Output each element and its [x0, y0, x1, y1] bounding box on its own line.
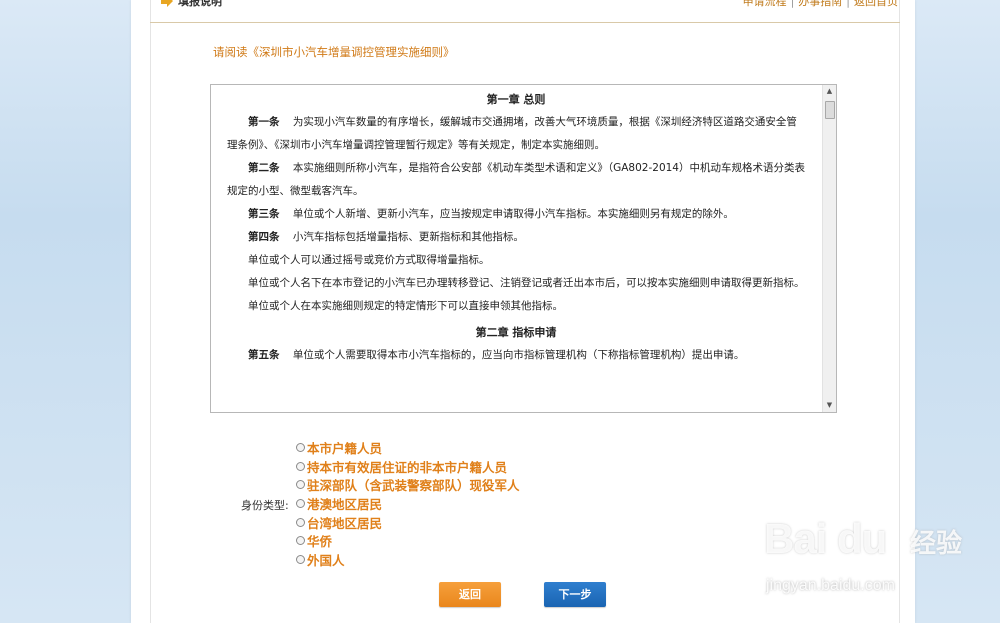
link-home[interactable]: 返回首页: [854, 0, 898, 8]
chapter-heading: 第二章 指标申请: [475, 326, 557, 339]
identity-option-residence-permit[interactable]: 持本市有效居住证的非本市户籍人员: [296, 457, 520, 476]
body-paragraph: 单位或个人名下在本市登记的小汽车已办理转移登记、注销登记或者迁出本市后，可以按本…: [248, 277, 805, 289]
rules-document-box[interactable]: 第一章 总则 第一条 为实现小汽车数量的有序增长，缓解城市交通拥堵，改善大气环境…: [210, 84, 837, 413]
identity-option-overseas-chinese[interactable]: 华侨: [296, 531, 520, 550]
next-step-button[interactable]: 下一步: [544, 582, 606, 607]
identity-option-foreigner[interactable]: 外国人: [296, 550, 520, 569]
watermark-jingyan-text: 经验: [910, 529, 963, 559]
back-button[interactable]: 返回: [439, 582, 501, 607]
article-text: 单位或个人需要取得本市小汽车指标的，应当向市指标管理机构（下称指标管理机构）提出…: [292, 349, 745, 361]
article-paragraph: 第二条 本实施细则所称小汽车，是指符合公安部《机动车类型术语和定义》（GA802…: [211, 157, 821, 203]
option-label[interactable]: 台湾地区居民: [307, 513, 382, 532]
link-apply-process[interactable]: 申请流程: [743, 0, 787, 8]
identity-option-local[interactable]: 本市户籍人员: [296, 438, 520, 457]
document-scrollbar[interactable]: ▲ ▼: [822, 85, 836, 412]
arrow-right-icon: [161, 0, 173, 7]
scroll-down-arrow-icon[interactable]: ▼: [823, 399, 836, 412]
identity-option-taiwan[interactable]: 台湾地区居民: [296, 513, 520, 532]
option-label[interactable]: 驻深部队（含武装警察部队）现役军人: [307, 475, 520, 494]
identity-options: 本市户籍人员 持本市有效居住证的非本市户籍人员 驻深部队（含武装警察部队）现役军…: [296, 438, 520, 569]
article-title: 第五条: [248, 349, 280, 361]
option-label[interactable]: 华侨: [307, 531, 332, 550]
chapter-heading: 第一章 总则: [486, 93, 546, 106]
article-title: 第一条: [248, 116, 280, 128]
scroll-up-arrow-icon[interactable]: ▲: [823, 85, 836, 98]
article-text: 单位或个人新增、更新小汽车，应当按规定申请取得小汽车指标。本实施细则另有规定的除…: [292, 208, 734, 220]
article-paragraph: 第四条 小汽车指标包括增量指标、更新指标和其他指标。: [211, 226, 821, 249]
link-separator: |: [846, 0, 850, 8]
divider-right: [899, 0, 900, 623]
radio-button[interactable]: [296, 442, 305, 452]
divider-left: [150, 0, 151, 623]
identity-option-military[interactable]: 驻深部队（含武装警察部队）现役军人: [296, 475, 520, 494]
article-text: 小汽车指标包括增量指标、更新指标和其他指标。: [292, 231, 524, 243]
body-paragraph: 单位或个人在本实施细则规定的特定情形下可以直接申领其他指标。: [248, 300, 563, 312]
header-links: 申请流程 | 办事指南 | 返回首页: [743, 0, 898, 9]
link-separator: |: [790, 0, 795, 8]
radio-button[interactable]: [296, 480, 305, 490]
page-container: 填报说明 申请流程 | 办事指南 | 返回首页 请阅读《深圳市小汽车增量调控管理实施细则…: [131, 0, 915, 623]
radio-button[interactable]: [296, 517, 305, 527]
article-paragraph: 第一条 为实现小汽车数量的有序增长，缓解城市交通拥堵，改善大气环境质量，根据《深…: [211, 111, 821, 157]
scroll-thumb[interactable]: [825, 101, 835, 119]
option-label[interactable]: 持本市有效居住证的非本市户籍人员: [307, 457, 507, 476]
identity-type-label: 身份类型:: [241, 499, 289, 512]
read-rules-link[interactable]: 请阅读《深圳市小汽车增量调控管理实施细则》: [213, 44, 455, 60]
body-paragraph: 单位或个人可以通过摇号或竞价方式取得增量指标。: [248, 254, 490, 266]
radio-button[interactable]: [296, 498, 305, 508]
link-service-guide[interactable]: 办事指南: [798, 0, 842, 8]
option-label[interactable]: 港澳地区居民: [307, 494, 382, 513]
article-text: 为实现小汽车数量的有序增长，缓解城市交通拥堵，改善大气环境质量，根据《深圳经济特…: [227, 116, 797, 151]
article-paragraph: 第三条 单位或个人新增、更新小汽车，应当按规定申请取得小汽车指标。本实施细则另有…: [211, 203, 821, 226]
header-bar: 填报说明 申请流程 | 办事指南 | 返回首页: [150, 0, 900, 23]
radio-button[interactable]: [296, 536, 305, 546]
article-paragraph: 第五条 单位或个人需要取得本市小汽车指标的，应当向市指标管理机构（下称指标管理机…: [211, 344, 821, 367]
article-title: 第四条: [248, 231, 280, 243]
rules-document-content: 第一章 总则 第一条 为实现小汽车数量的有序增长，缓解城市交通拥堵，改善大气环境…: [211, 85, 821, 412]
header-title-group: 填报说明: [160, 0, 222, 9]
identity-option-hk-macao[interactable]: 港澳地区居民: [296, 494, 520, 513]
radio-button[interactable]: [296, 554, 305, 564]
radio-button[interactable]: [296, 461, 305, 471]
article-title: 第二条: [248, 162, 280, 174]
option-label[interactable]: 外国人: [307, 550, 345, 569]
article-title: 第三条: [248, 208, 280, 220]
option-label[interactable]: 本市户籍人员: [307, 438, 382, 457]
header-title: 填报说明: [178, 0, 222, 8]
article-text: 本实施细则所称小汽车，是指符合公安部《机动车类型术语和定义》（GA802-201…: [227, 162, 805, 197]
